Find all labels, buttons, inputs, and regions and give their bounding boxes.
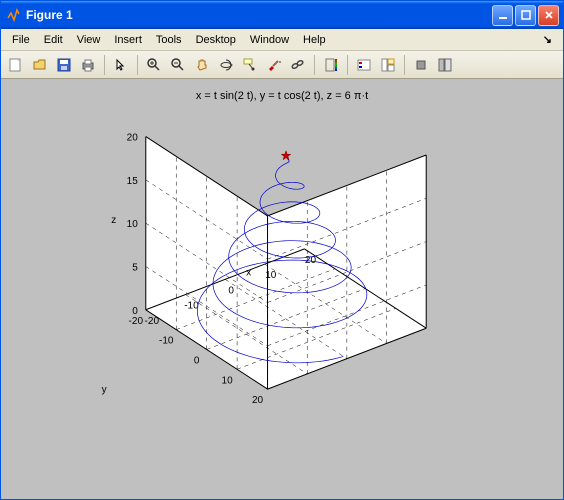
dock-icon[interactable]: ↘ [536, 31, 559, 48]
svg-text:z: z [111, 215, 116, 226]
separator [404, 55, 405, 75]
maximize-button[interactable] [515, 5, 536, 26]
start-marker [281, 151, 291, 160]
plot-tools-icon[interactable] [377, 54, 399, 76]
window-title: Figure 1 [26, 8, 492, 22]
svg-text:0: 0 [194, 355, 200, 366]
svg-text:-10: -10 [184, 301, 199, 312]
figure-window: Figure 1 File Edit View Insert Tools Des… [0, 0, 564, 500]
menubar: File Edit View Insert Tools Desktop Wind… [1, 29, 563, 51]
pan-icon[interactable] [191, 54, 213, 76]
window-controls [492, 5, 559, 26]
svg-text:20: 20 [252, 395, 264, 406]
link-icon[interactable] [287, 54, 309, 76]
svg-text:20: 20 [127, 133, 139, 144]
plot-3d[interactable]: x = t sin(2 t), y = t cos(2 t), z = 6 π·… [1, 79, 563, 499]
save-icon[interactable] [53, 54, 75, 76]
show-tools-icon[interactable] [434, 54, 456, 76]
titlebar[interactable]: Figure 1 [1, 1, 563, 29]
separator [104, 55, 105, 75]
hide-tools-icon[interactable] [410, 54, 432, 76]
menu-desktop[interactable]: Desktop [189, 32, 243, 48]
svg-text:-20: -20 [129, 316, 144, 327]
legend-icon[interactable] [353, 54, 375, 76]
menu-edit[interactable]: Edit [37, 32, 70, 48]
svg-text:10: 10 [127, 219, 139, 230]
close-button[interactable] [538, 5, 559, 26]
menu-view[interactable]: View [70, 32, 108, 48]
svg-text:10: 10 [265, 270, 277, 281]
chart-title: x = t sin(2 t), y = t cos(2 t), z = 6 π·… [196, 90, 368, 102]
menu-window[interactable]: Window [243, 32, 296, 48]
zoom-in-icon[interactable] [143, 54, 165, 76]
svg-text:0: 0 [132, 306, 138, 317]
svg-text:15: 15 [127, 176, 139, 187]
colorbar-icon[interactable] [320, 54, 342, 76]
zoom-out-icon[interactable] [167, 54, 189, 76]
separator [314, 55, 315, 75]
menu-insert[interactable]: Insert [107, 32, 149, 48]
axes-area[interactable]: x = t sin(2 t), y = t cos(2 t), z = 6 π·… [1, 79, 563, 499]
svg-text:5: 5 [132, 262, 138, 273]
menu-tools[interactable]: Tools [149, 32, 189, 48]
minimize-button[interactable] [492, 5, 513, 26]
print-icon[interactable] [77, 54, 99, 76]
menu-help[interactable]: Help [296, 32, 333, 48]
matlab-icon [5, 7, 21, 23]
data-cursor-icon[interactable] [239, 54, 261, 76]
svg-text:-20: -20 [145, 316, 160, 327]
toolbar [1, 51, 563, 79]
svg-text:-10: -10 [159, 336, 174, 347]
svg-text:0: 0 [228, 285, 234, 296]
menu-file[interactable]: File [5, 32, 37, 48]
svg-text:x: x [246, 268, 251, 279]
svg-text:10: 10 [222, 375, 234, 386]
pointer-icon[interactable] [110, 54, 132, 76]
open-icon[interactable] [29, 54, 51, 76]
new-figure-icon[interactable] [5, 54, 27, 76]
separator [347, 55, 348, 75]
brush-icon[interactable] [263, 54, 285, 76]
rotate3d-icon[interactable] [215, 54, 237, 76]
separator [137, 55, 138, 75]
svg-text:y: y [102, 385, 107, 396]
